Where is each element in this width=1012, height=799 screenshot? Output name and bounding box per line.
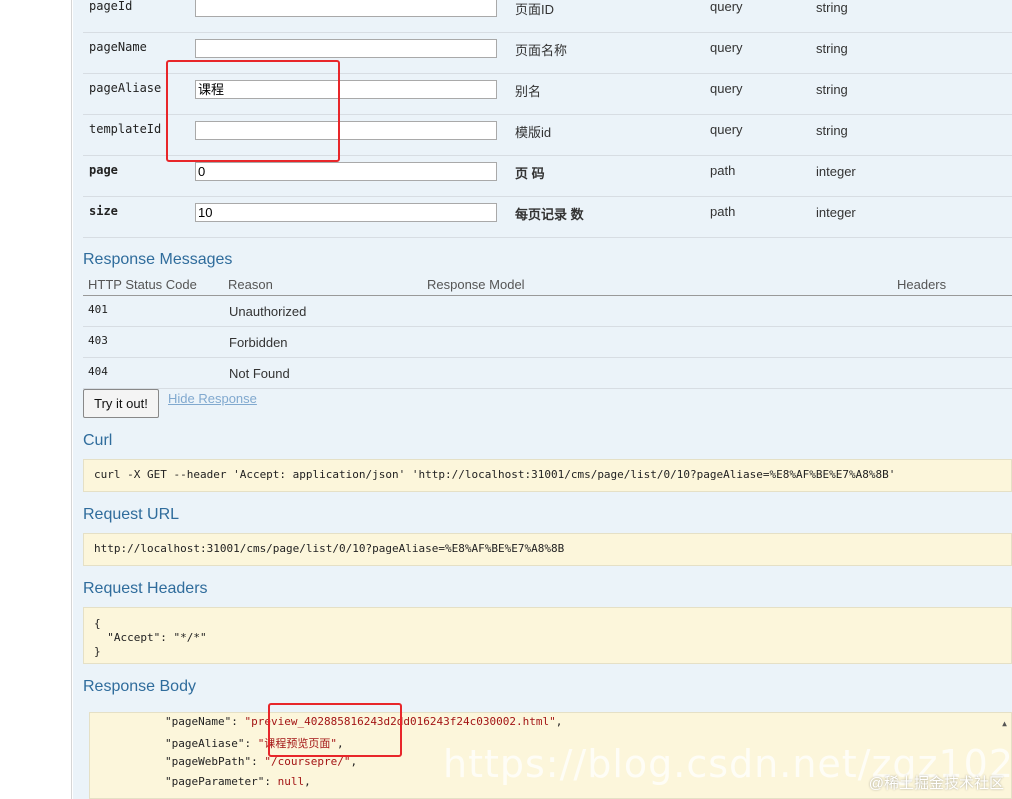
param-input-page[interactable]: 0 — [195, 162, 497, 181]
scroll-up-arrow-icon[interactable]: ▲ — [1002, 719, 1007, 728]
status-reason: Unauthorized — [229, 304, 307, 319]
header-headers: Headers — [897, 277, 947, 292]
header-response-model: Response Model — [427, 277, 525, 292]
curl-command: curl -X GET --header 'Accept: applicatio… — [83, 459, 1012, 492]
param-row-pagename: pageName 页面名称 query string — [83, 33, 1012, 74]
status-code: 403 — [88, 334, 108, 347]
json-value: "preview_402885816243d2dd016243f24c03000… — [244, 715, 556, 728]
response-body-line: "pageAliase": "课程预览页面", — [165, 735, 344, 751]
json-key: "pageAliase": — [165, 737, 258, 750]
param-row-page: page 0 页 码 path integer — [83, 156, 1012, 197]
json-comma: , — [350, 755, 358, 768]
param-input-templateid[interactable] — [195, 121, 497, 140]
json-comma: , — [555, 715, 563, 728]
curl-title: Curl — [83, 432, 113, 449]
param-data-type: integer — [816, 205, 856, 220]
response-body-line: "pageParameter": null, — [165, 775, 311, 788]
json-comma: , — [304, 775, 311, 788]
param-name: pageName — [89, 40, 147, 54]
param-row-pageid: pageId 页面ID query string — [83, 0, 1012, 33]
response-messages-header: HTTP Status Code Reason Response Model H… — [83, 275, 1012, 296]
request-url-title: Request URL — [83, 506, 180, 523]
param-type: query — [710, 81, 743, 96]
param-description: 模版id — [515, 125, 552, 140]
json-key: "pageParameter": — [165, 775, 278, 788]
json-key: "pageWebPath": — [165, 755, 265, 768]
watermark-corner: @稀土掘金技术社区 — [868, 775, 1004, 792]
request-url-value: http://localhost:31001/cms/page/list/0/1… — [83, 533, 1012, 566]
json-value: "/coursepre/" — [264, 755, 351, 768]
header-reason: Reason — [228, 277, 273, 292]
json-value: null — [277, 775, 305, 788]
param-name: size — [89, 204, 118, 218]
header-status-code: HTTP Status Code — [88, 277, 197, 292]
param-data-type: string — [816, 82, 848, 97]
status-reason: Not Found — [229, 366, 290, 381]
param-description: 页 码 — [515, 166, 545, 181]
param-row-size: size 10 每页记录 数 path integer — [83, 197, 1012, 238]
param-row-pagealiase: pageAliase 课程 别名 query string — [83, 74, 1012, 115]
param-description: 每页记录 数 — [515, 207, 584, 222]
json-value: "课程预览页面" — [257, 737, 337, 750]
param-name: pageAliase — [89, 81, 162, 95]
param-type: path — [710, 163, 736, 178]
param-description: 别名 — [515, 84, 542, 99]
param-input-pagename[interactable] — [195, 39, 497, 58]
page-left-gutter — [0, 0, 72, 799]
param-input-pageid[interactable] — [195, 0, 497, 17]
api-operation-panel: pageId 页面ID query string pageName 页面名称 query st… — [73, 0, 1012, 799]
response-body-title: Response Body — [83, 678, 196, 695]
param-data-type: integer — [816, 164, 856, 179]
response-body-line: "pageWebPath": "/coursepre/", — [165, 755, 357, 768]
param-data-type: string — [816, 0, 848, 15]
param-input-pagealiase[interactable]: 课程 — [195, 80, 497, 99]
status-reason: Forbidden — [229, 335, 288, 350]
param-row-templateid: templateId 模版id query string — [83, 115, 1012, 156]
param-name: pageId — [89, 0, 133, 13]
response-row: 401 Unauthorized — [83, 296, 1012, 327]
response-body-line: "pageName": "preview_402885816243d2dd016… — [165, 715, 562, 728]
response-messages-title: Response Messages — [83, 251, 233, 268]
param-data-type: string — [816, 41, 848, 56]
param-description: 页面ID — [515, 2, 555, 17]
status-code: 404 — [88, 365, 108, 378]
param-type: query — [710, 0, 743, 14]
param-type: path — [710, 204, 736, 219]
param-name: page — [89, 163, 118, 177]
param-type: query — [710, 40, 743, 55]
param-description: 页面名称 — [515, 43, 568, 58]
response-row: 403 Forbidden — [83, 327, 1012, 358]
request-headers-value: { "Accept": "*/*" } — [83, 607, 1012, 664]
param-name: templateId — [89, 122, 162, 136]
param-data-type: string — [816, 123, 848, 138]
json-comma: , — [336, 737, 344, 750]
request-headers-title: Request Headers — [83, 580, 208, 597]
response-row: 404 Not Found — [83, 358, 1012, 389]
param-type: query — [710, 122, 743, 137]
try-it-out-button[interactable]: Try it out! — [83, 389, 159, 418]
hide-response-link[interactable]: Hide Response — [168, 391, 257, 406]
json-key: "pageName": — [165, 715, 245, 728]
status-code: 401 — [88, 303, 108, 316]
param-input-size[interactable]: 10 — [195, 203, 497, 222]
